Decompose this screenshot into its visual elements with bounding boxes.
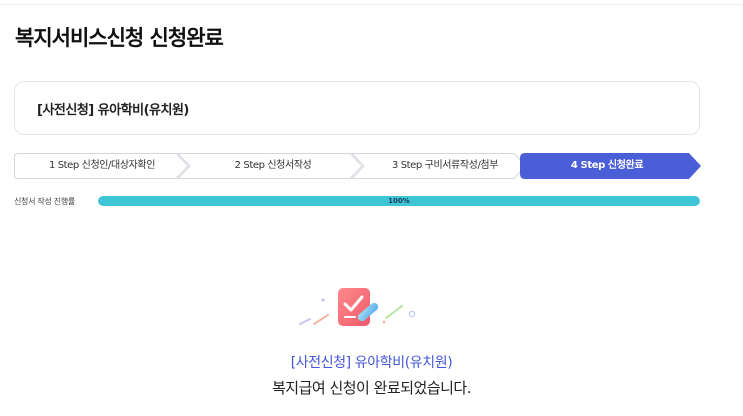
step-1-label: 1 Step 신청인/대상자확인	[48, 160, 156, 171]
step-2-label: 2 Step 신청서작성	[234, 160, 312, 171]
page-title: 복지서비스신청 신청완료	[15, 26, 224, 50]
completion-service-name: [사전신청] 유아학비(유치원)	[290, 355, 453, 371]
step-indicator: 1 Step 신청인/대상자확인 2 Step 신청서작성 3 Step 구비서…	[14, 153, 701, 179]
progress-bar: 100%	[98, 196, 700, 206]
step-4-label: 4 Step 신청완료	[570, 160, 644, 171]
progress-percent: 100%	[388, 197, 410, 205]
service-name: [사전신청] 유아학비(유치원)	[37, 103, 189, 118]
checked-document-with-pen-icon	[294, 284, 422, 338]
top-divider	[0, 4, 743, 5]
service-name-box: [사전신청] 유아학비(유치원)	[14, 81, 700, 135]
completion-message: 복지급여 신청이 완료되었습니다.	[271, 379, 472, 397]
progress-label: 신청서 작성 진행률	[14, 197, 75, 206]
step-3-label: 3 Step 구비서류작성/첨부	[391, 160, 499, 171]
